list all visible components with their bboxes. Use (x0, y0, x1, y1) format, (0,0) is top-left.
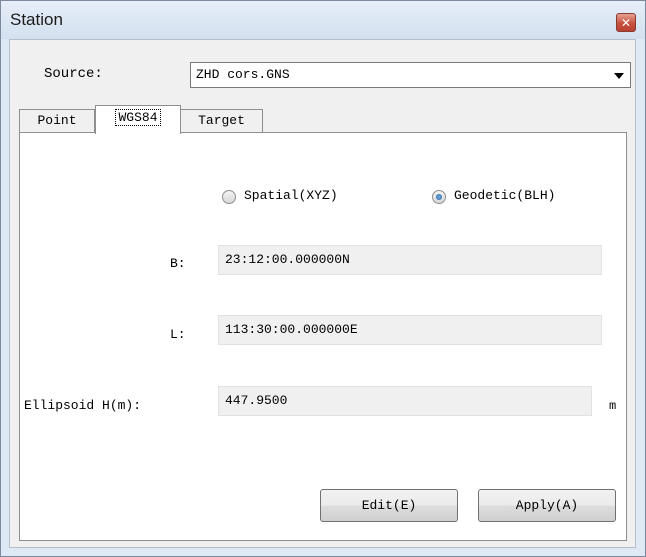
chevron-down-icon (614, 73, 624, 79)
b-value: 23:12:00.000000N (225, 252, 350, 267)
station-dialog: Station ✕ Source: ZHD cors.GNS Point WGS… (0, 0, 646, 557)
geodetic-radio-label: Geodetic(BLH) (454, 188, 556, 203)
b-field[interactable]: 23:12:00.000000N (218, 245, 602, 275)
wgs84-panel: Spatial(XYZ) Geodetic(BLH) B: 23:12:00.0… (19, 132, 627, 541)
tab-wgs84-label: WGS84 (115, 109, 161, 126)
source-value: ZHD cors.GNS (196, 67, 290, 82)
ellipsoid-h-field[interactable]: 447.9500 (218, 386, 592, 416)
spatial-radio[interactable] (222, 190, 236, 204)
edit-button[interactable]: Edit(E) (320, 489, 458, 522)
tab-target-label: Target (198, 113, 245, 128)
source-label: Source: (44, 66, 103, 82)
ellipsoid-h-unit: m (609, 399, 617, 413)
window-title: Station (10, 10, 63, 29)
ellipsoid-h-value: 447.9500 (225, 393, 288, 408)
ellipsoid-h-label: Ellipsoid H(m): (24, 398, 142, 413)
spatial-radio-label: Spatial(XYZ) (244, 188, 338, 203)
tab-wgs84[interactable]: WGS84 (95, 105, 181, 134)
apply-button[interactable]: Apply(A) (478, 489, 616, 522)
close-button[interactable]: ✕ (616, 13, 636, 32)
b-label: B: (170, 256, 186, 271)
tab-target[interactable]: Target (180, 109, 263, 132)
l-value: 113:30:00.000000E (225, 322, 358, 337)
tab-point[interactable]: Point (19, 109, 95, 132)
geodetic-radio[interactable] (432, 190, 446, 204)
title-bar: Station ✕ (1, 1, 645, 39)
source-dropdown[interactable]: ZHD cors.GNS (190, 62, 631, 88)
close-icon: ✕ (620, 15, 632, 30)
tab-point-label: Point (37, 113, 77, 128)
l-field[interactable]: 113:30:00.000000E (218, 315, 602, 345)
dialog-body: Source: ZHD cors.GNS Point WGS84 Target … (9, 39, 636, 548)
l-label: L: (170, 327, 186, 342)
